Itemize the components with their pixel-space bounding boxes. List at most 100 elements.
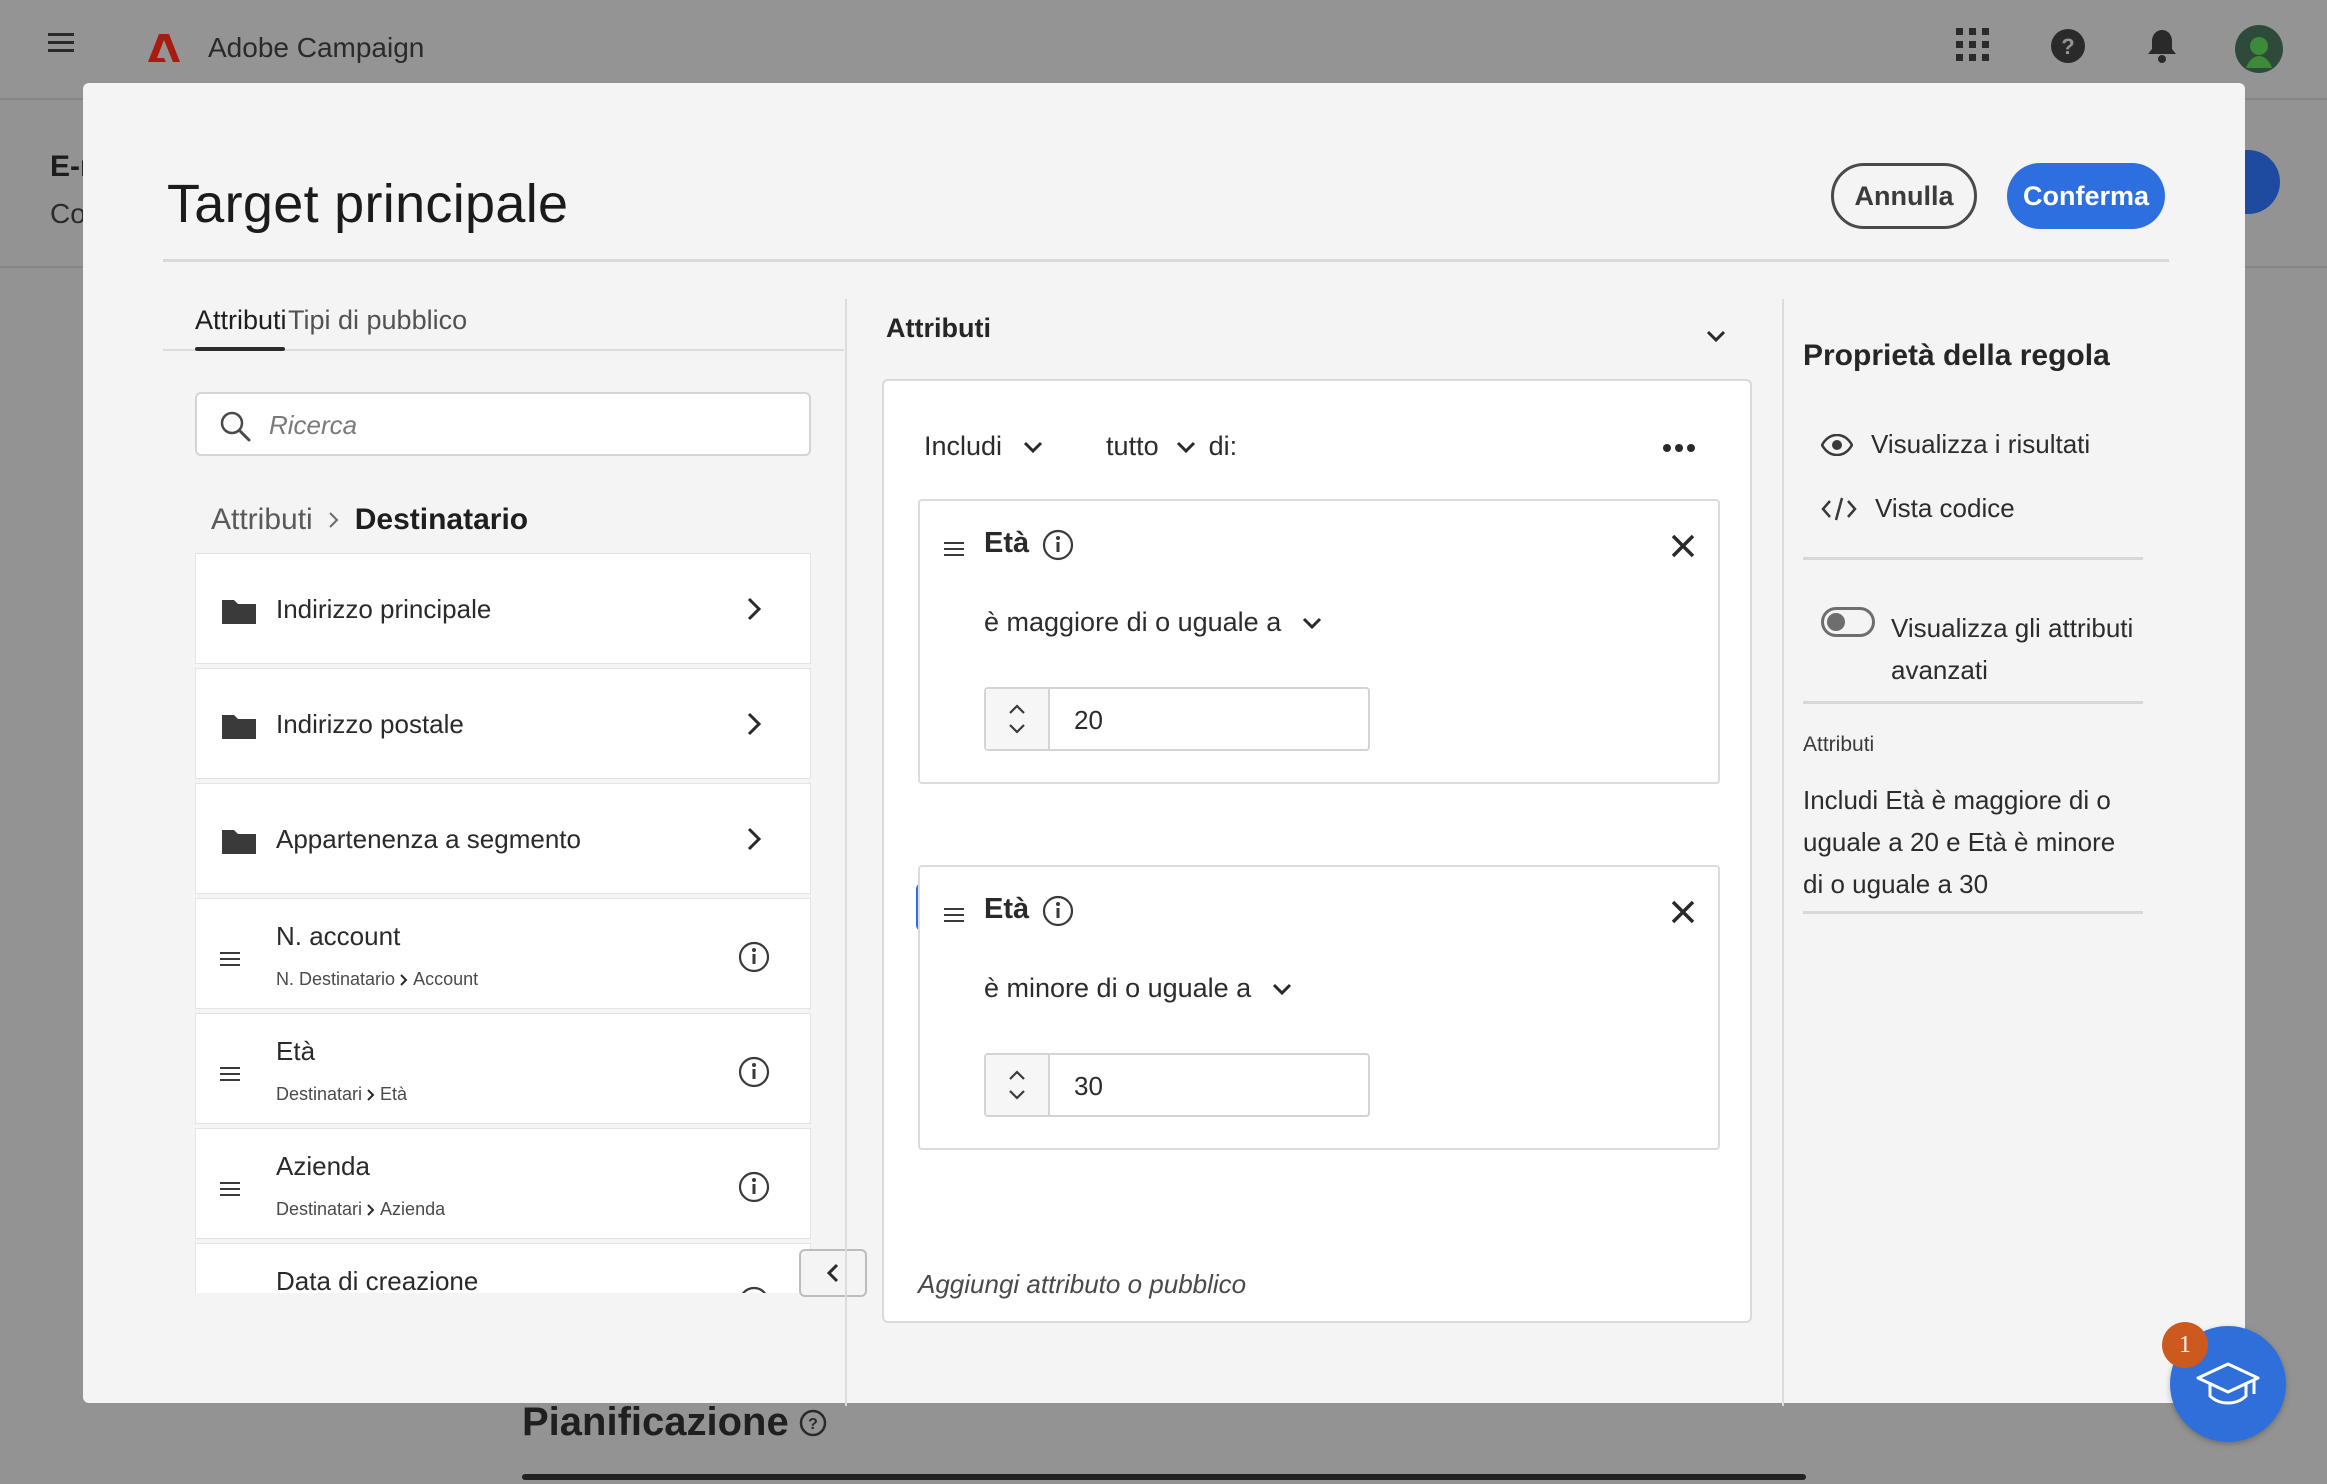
code-icon: [1821, 496, 1857, 522]
rule-builder-card: Includi tutto di: Età è maggiore di o ug…: [882, 379, 1752, 1323]
graduation-cap-icon: [2196, 1360, 2260, 1408]
drag-handle-icon[interactable]: [220, 1181, 240, 1197]
rule-properties-title: Proprietà della regola: [1803, 339, 2110, 372]
path-parent: N. Destinatario: [276, 969, 396, 989]
chevron-right-icon: [746, 826, 762, 852]
stepper-arrows[interactable]: [986, 689, 1050, 749]
list-item[interactable]: Data di creazione: [195, 1243, 811, 1293]
avatar[interactable]: [2234, 24, 2284, 74]
include-row: Includi tutto di:: [924, 431, 1237, 462]
section-divider: [1803, 557, 2143, 560]
tab-tipi-di-pubblico[interactable]: Tipi di pubblico: [288, 305, 467, 336]
hamburger-menu-icon[interactable]: [48, 32, 74, 54]
value-input[interactable]: 30: [1074, 1071, 1103, 1102]
panel-divider: [1782, 299, 1784, 1406]
info-icon[interactable]: [738, 941, 770, 973]
advanced-attributes-toggle[interactable]: [1821, 607, 1875, 637]
drag-handle-icon[interactable]: [220, 1066, 240, 1082]
chevron-down-icon[interactable]: [1008, 723, 1026, 734]
more-options-icon[interactable]: [1662, 443, 1696, 453]
code-view-action[interactable]: Vista codice: [1821, 493, 2015, 524]
search-icon: [219, 410, 251, 442]
chevron-right-icon: [327, 510, 341, 530]
confirm-button[interactable]: Conferma: [2007, 163, 2165, 229]
breadcrumb-current: Destinatario: [354, 503, 529, 536]
list-item-path: Destinatari Età: [276, 1084, 407, 1105]
list-item[interactable]: Indirizzo postale: [195, 668, 811, 779]
list-item-label: Età: [276, 1036, 316, 1066]
notifications-bell-icon[interactable]: [2146, 28, 2178, 64]
stepper-arrows[interactable]: [986, 1055, 1050, 1115]
active-tab-indicator: [195, 347, 285, 351]
list-item-label: Azienda: [276, 1151, 370, 1181]
adobe-logo-icon: [148, 34, 180, 62]
close-icon[interactable]: [1670, 533, 1696, 559]
summary-heading: Attributi: [1803, 733, 1875, 756]
operator-label: è maggiore di o uguale a: [984, 607, 1282, 637]
drag-handle-icon[interactable]: [944, 541, 964, 557]
quantifier-dropdown[interactable]: tutto: [1106, 431, 1197, 462]
path-parent: Destinatari: [276, 1199, 363, 1219]
chevron-down-icon[interactable]: [1705, 329, 1727, 343]
folder-icon: [222, 826, 256, 854]
chevron-right-icon: [746, 711, 762, 737]
svg-text:?: ?: [2061, 34, 2074, 59]
rule-summary: Includi Età è maggiore di o uguale a 20 …: [1803, 785, 2116, 899]
eye-icon: [1821, 433, 1853, 456]
chevron-down-icon: [1301, 616, 1323, 630]
chevron-down-icon: [1022, 440, 1044, 454]
list-item-label: Appartenenza a segmento: [276, 824, 581, 854]
path-leaf: Azienda: [380, 1199, 446, 1219]
chevron-right-icon: [746, 596, 762, 622]
drag-handle-icon[interactable]: [944, 907, 964, 923]
section-divider: [1803, 911, 2143, 914]
info-icon[interactable]: [1042, 529, 1074, 561]
tab-attributi[interactable]: Attributi: [195, 305, 287, 336]
path-leaf: Account: [413, 969, 479, 989]
value-stepper[interactable]: 30: [984, 1053, 1370, 1117]
drag-handle-icon[interactable]: [220, 951, 240, 967]
operator-dropdown[interactable]: è maggiore di o uguale a: [984, 607, 1323, 638]
chevron-right-icon: [366, 1088, 376, 1102]
value-input[interactable]: 20: [1074, 705, 1103, 736]
chevron-left-icon: [825, 1262, 841, 1284]
cancel-button[interactable]: Annulla: [1831, 163, 1977, 229]
list-item[interactable]: Azienda Destinatari Azienda: [195, 1128, 811, 1239]
help-icon[interactable]: ?: [2050, 28, 2086, 64]
list-item-label: N. account: [276, 921, 401, 951]
list-item[interactable]: N. account N. Destinatario Account: [195, 898, 811, 1009]
rule-condition: Età è maggiore di o uguale a 20: [918, 499, 1720, 784]
list-item-path: N. Destinatario Account: [276, 969, 478, 990]
close-icon[interactable]: [1670, 899, 1696, 925]
chevron-up-icon[interactable]: [1008, 1070, 1026, 1081]
search-input[interactable]: Ricerca: [195, 392, 811, 456]
info-icon[interactable]: [738, 1056, 770, 1088]
background-page-subtitle: Co: [50, 198, 86, 229]
apps-grid-icon[interactable]: [1956, 28, 1990, 62]
info-icon[interactable]: [738, 1286, 770, 1293]
breadcrumb-root[interactable]: Attributi: [211, 503, 313, 537]
list-item[interactable]: Età Destinatari Età: [195, 1013, 811, 1124]
info-icon[interactable]: [1042, 895, 1074, 927]
include-dropdown[interactable]: Includi: [924, 431, 1044, 462]
rule-condition: Età è minore di o uguale a 30: [918, 865, 1720, 1150]
app-name: Adobe Campaign: [208, 32, 425, 63]
info-icon[interactable]: [738, 1171, 770, 1203]
operator-dropdown[interactable]: è minore di o uguale a: [984, 973, 1293, 1004]
list-item[interactable]: Indirizzo principale: [195, 553, 811, 664]
list-item-label: Indirizzo principale: [276, 594, 492, 624]
quantifier-dropdown-label: tutto: [1106, 431, 1159, 461]
notification-badge: 1: [2162, 1322, 2208, 1368]
chevron-up-icon[interactable]: [1008, 704, 1026, 715]
list-item[interactable]: Appartenenza a segmento: [195, 783, 811, 894]
value-stepper[interactable]: 20: [984, 687, 1370, 751]
attribute-list: Indirizzo principale Indirizzo postale A…: [195, 553, 811, 1293]
chevron-down-icon[interactable]: [1008, 1089, 1026, 1100]
collapse-panel-button[interactable]: [799, 1249, 867, 1297]
list-item-label: Data di creazione: [276, 1266, 479, 1293]
view-results-action[interactable]: Visualizza i risultati: [1821, 429, 2090, 460]
of-label: di:: [1208, 431, 1238, 461]
add-attribute-link[interactable]: Aggiungi attributo o pubblico: [918, 1269, 1246, 1300]
path-parent: Destinatari: [276, 1084, 363, 1104]
path-leaf: Età: [380, 1084, 408, 1104]
